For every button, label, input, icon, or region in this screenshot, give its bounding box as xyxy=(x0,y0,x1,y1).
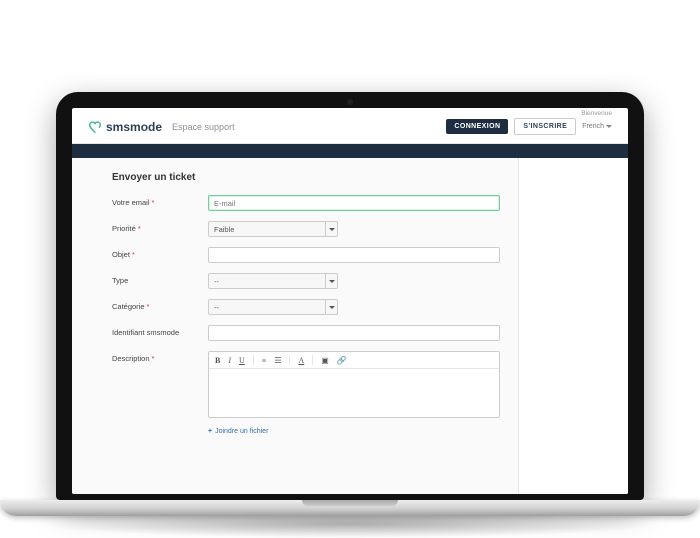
identifier-label: Identifiant smsmode xyxy=(112,325,208,337)
select-handle-icon xyxy=(325,274,337,288)
language-selector[interactable]: French xyxy=(582,123,612,130)
identifier-input[interactable] xyxy=(208,325,500,341)
editor-toolbar: B I U ≡ ☰ A ▣ xyxy=(209,352,499,369)
field-description: Description* B I U ≡ ☰ xyxy=(112,351,500,418)
ticket-form: Envoyer un ticket Votre email* Priorité*… xyxy=(72,158,518,494)
type-select[interactable]: -- xyxy=(208,273,338,289)
toolbar-separator xyxy=(312,355,313,365)
subject-input[interactable] xyxy=(208,247,500,263)
laptop-bezel: Bienvenue smsmode Espace support CONNEXI… xyxy=(56,92,644,500)
font-color-icon[interactable]: A xyxy=(298,356,304,365)
attach-file-link[interactable]: + Joindre un fichier xyxy=(208,428,500,435)
category-value: -- xyxy=(214,303,219,312)
brand-logo[interactable]: smsmode Espace support xyxy=(88,120,235,134)
brand-subtitle: Espace support xyxy=(172,122,235,132)
brand-name: smsmode xyxy=(106,120,162,134)
signup-button[interactable]: S'INSCRIRE xyxy=(514,118,576,135)
underline-icon[interactable]: U xyxy=(239,356,245,365)
email-label: Votre email* xyxy=(112,195,208,207)
field-email: Votre email* xyxy=(112,195,500,211)
laptop-screen: Bienvenue smsmode Espace support CONNEXI… xyxy=(72,108,628,494)
app-header: Bienvenue smsmode Espace support CONNEXI… xyxy=(72,108,628,144)
laptop-camera-icon xyxy=(346,98,354,106)
login-button[interactable]: CONNEXION xyxy=(446,119,508,134)
language-label: French xyxy=(582,123,604,130)
field-type: Type -- xyxy=(112,273,500,289)
page-title: Envoyer un ticket xyxy=(112,172,500,183)
field-category: Catégorie* -- xyxy=(112,299,500,315)
italic-icon[interactable]: I xyxy=(228,356,231,365)
type-value: -- xyxy=(214,277,219,286)
toolbar-separator xyxy=(289,355,290,365)
plus-icon: + xyxy=(208,428,212,435)
category-label: Catégorie* xyxy=(112,299,208,311)
logo-heart-icon xyxy=(88,120,102,134)
attach-label: Joindre un fichier xyxy=(215,428,268,435)
description-editor[interactable]: B I U ≡ ☰ A ▣ xyxy=(208,351,500,418)
select-handle-icon xyxy=(325,222,337,236)
nav-bar xyxy=(72,144,628,158)
bold-icon[interactable]: B xyxy=(215,356,220,365)
laptop-base xyxy=(0,500,700,516)
priority-select[interactable]: Faible xyxy=(208,221,338,237)
priority-label: Priorité* xyxy=(112,221,208,233)
toolbar-separator xyxy=(253,355,254,365)
category-select[interactable]: -- xyxy=(208,299,338,315)
link-icon[interactable]: 🔗 xyxy=(337,356,347,365)
welcome-text: Bienvenue xyxy=(581,110,612,117)
description-label: Description* xyxy=(112,351,208,363)
header-actions: CONNEXION S'INSCRIRE French xyxy=(446,118,612,135)
type-label: Type xyxy=(112,273,208,285)
field-priority: Priorité* Faible xyxy=(112,221,500,237)
unordered-list-icon[interactable]: ≡ xyxy=(262,356,267,365)
field-identifier: Identifiant smsmode xyxy=(112,325,500,341)
sidebar xyxy=(518,158,628,494)
laptop-notch xyxy=(302,500,398,506)
select-handle-icon xyxy=(325,300,337,314)
app-viewport: Bienvenue smsmode Espace support CONNEXI… xyxy=(72,108,628,494)
main-area: Envoyer un ticket Votre email* Priorité*… xyxy=(72,158,628,494)
field-subject: Objet* xyxy=(112,247,500,263)
priority-value: Faible xyxy=(214,225,234,234)
laptop-mockup: Bienvenue smsmode Espace support CONNEXI… xyxy=(0,92,700,538)
chevron-down-icon xyxy=(606,125,612,128)
image-icon[interactable]: ▣ xyxy=(321,356,329,365)
editor-body[interactable] xyxy=(209,369,499,417)
subject-label: Objet* xyxy=(112,247,208,259)
email-input[interactable] xyxy=(208,195,500,211)
ordered-list-icon[interactable]: ☰ xyxy=(274,356,281,365)
